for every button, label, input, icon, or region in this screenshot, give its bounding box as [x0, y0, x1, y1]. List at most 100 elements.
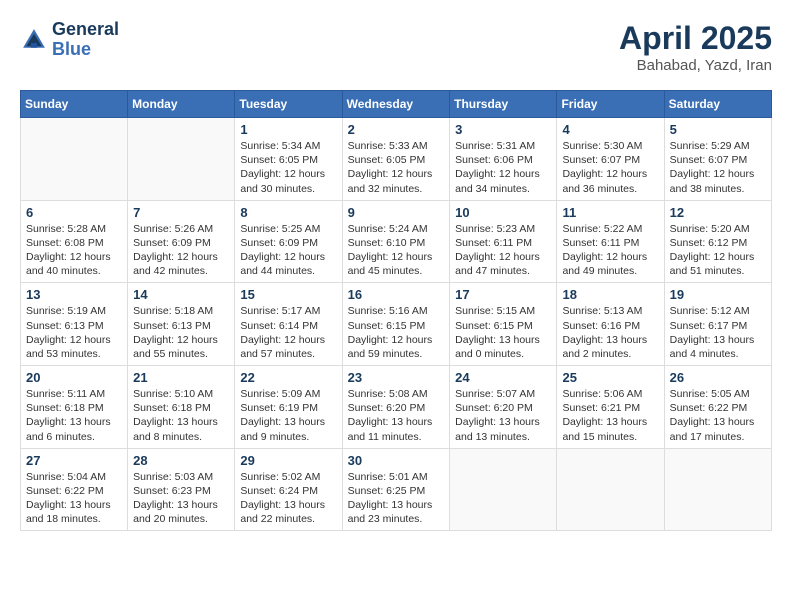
month-title: April 2025	[619, 20, 772, 57]
day-number: 25	[562, 370, 658, 385]
calendar-cell: 9 Sunrise: 5:24 AMSunset: 6:10 PMDaylight…	[342, 200, 450, 283]
day-info: Sunrise: 5:10 AMSunset: 6:18 PMDaylight:…	[133, 387, 229, 444]
day-number: 19	[670, 287, 766, 302]
calendar-cell: 4 Sunrise: 5:30 AMSunset: 6:07 PMDaylight…	[557, 118, 664, 201]
day-info: Sunrise: 5:30 AMSunset: 6:07 PMDaylight:…	[562, 139, 658, 196]
day-number: 6	[26, 205, 122, 220]
day-number: 15	[240, 287, 336, 302]
location-subtitle: Bahabad, Yazd, Iran	[619, 57, 772, 74]
day-number: 14	[133, 287, 229, 302]
day-number: 2	[348, 122, 445, 137]
day-number: 26	[670, 370, 766, 385]
calendar-week-row: 27Sunrise: 5:04 AMSunset: 6:22 PMDayligh…	[21, 448, 772, 531]
day-info: Sunrise: 5:31 AMSunset: 6:06 PMDaylight:…	[455, 139, 551, 196]
day-info: Sunrise: 5:04 AMSunset: 6:22 PMDaylight:…	[26, 470, 122, 527]
calendar-cell: 16 Sunrise: 5:16 AMSunset: 6:15 PMDayligh…	[342, 283, 450, 366]
day-info: Sunrise: 5:06 AMSunset: 6:21 PMDaylight:…	[562, 387, 658, 444]
calendar-cell: 20 Sunrise: 5:11 AMSunset: 6:18 PMDayligh…	[21, 366, 128, 449]
calendar-cell	[128, 118, 235, 201]
calendar-cell: 5Sunrise: 5:29 AMSunset: 6:07 PMDaylight…	[664, 118, 771, 201]
logo: General Blue	[20, 20, 119, 60]
calendar-cell: 12 Sunrise: 5:20 AMSunset: 6:12 PMDayligh…	[664, 200, 771, 283]
day-info: Sunrise: 5:34 AMSunset: 6:05 PMDaylight:…	[240, 139, 336, 196]
weekday-header: Saturday	[664, 91, 771, 118]
day-info: Sunrise: 5:26 AMSunset: 6:09 PMDaylight:…	[133, 222, 229, 279]
calendar-cell: 6Sunrise: 5:28 AMSunset: 6:08 PMDaylight…	[21, 200, 128, 283]
day-info: Sunrise: 5:13 AMSunset: 6:16 PMDaylight:…	[562, 304, 658, 361]
day-number: 29	[240, 453, 336, 468]
day-info: Sunrise: 5:23 AMSunset: 6:11 PMDaylight:…	[455, 222, 551, 279]
calendar-table: SundayMondayTuesdayWednesdayThursdayFrid…	[20, 90, 772, 531]
day-number: 9	[348, 205, 445, 220]
page-header: General Blue April 2025 Bahabad, Yazd, I…	[20, 20, 772, 74]
day-info: Sunrise: 5:24 AMSunset: 6:10 PMDaylight:…	[348, 222, 445, 279]
calendar-cell: 23 Sunrise: 5:08 AMSunset: 6:20 PMDayligh…	[342, 366, 450, 449]
day-number: 16	[348, 287, 445, 302]
calendar-cell	[450, 448, 557, 531]
day-info: Sunrise: 5:09 AMSunset: 6:19 PMDaylight:…	[240, 387, 336, 444]
calendar-cell: 14 Sunrise: 5:18 AMSunset: 6:13 PMDayligh…	[128, 283, 235, 366]
weekday-header: Tuesday	[235, 91, 342, 118]
day-number: 20	[26, 370, 122, 385]
calendar-cell: 7 Sunrise: 5:26 AMSunset: 6:09 PMDaylight…	[128, 200, 235, 283]
day-number: 28	[133, 453, 229, 468]
day-number: 11	[562, 205, 658, 220]
weekday-header: Monday	[128, 91, 235, 118]
day-info: Sunrise: 5:29 AMSunset: 6:07 PMDaylight:…	[670, 139, 766, 196]
day-info: Sunrise: 5:07 AMSunset: 6:20 PMDaylight:…	[455, 387, 551, 444]
calendar-cell: 15Sunrise: 5:17 AMSunset: 6:14 PMDayligh…	[235, 283, 342, 366]
day-number: 13	[26, 287, 122, 302]
day-number: 4	[562, 122, 658, 137]
day-info: Sunrise: 5:08 AMSunset: 6:20 PMDaylight:…	[348, 387, 445, 444]
day-info: Sunrise: 5:25 AMSunset: 6:09 PMDaylight:…	[240, 222, 336, 279]
weekday-header-row: SundayMondayTuesdayWednesdayThursdayFrid…	[21, 91, 772, 118]
calendar-cell: 30Sunrise: 5:01 AMSunset: 6:25 PMDayligh…	[342, 448, 450, 531]
calendar-cell: 17Sunrise: 5:15 AMSunset: 6:15 PMDayligh…	[450, 283, 557, 366]
day-info: Sunrise: 5:12 AMSunset: 6:17 PMDaylight:…	[670, 304, 766, 361]
day-number: 24	[455, 370, 551, 385]
calendar-cell: 1Sunrise: 5:34 AMSunset: 6:05 PMDaylight…	[235, 118, 342, 201]
calendar-cell: 13Sunrise: 5:19 AMSunset: 6:13 PMDayligh…	[21, 283, 128, 366]
calendar-cell: 2 Sunrise: 5:33 AMSunset: 6:05 PMDaylight…	[342, 118, 450, 201]
day-info: Sunrise: 5:33 AMSunset: 6:05 PMDaylight:…	[348, 139, 445, 196]
weekday-header: Wednesday	[342, 91, 450, 118]
day-number: 8	[240, 205, 336, 220]
day-number: 7	[133, 205, 229, 220]
day-number: 23	[348, 370, 445, 385]
day-info: Sunrise: 5:02 AMSunset: 6:24 PMDaylight:…	[240, 470, 336, 527]
calendar-cell: 25 Sunrise: 5:06 AMSunset: 6:21 PMDayligh…	[557, 366, 664, 449]
day-number: 3	[455, 122, 551, 137]
calendar-cell: 18 Sunrise: 5:13 AMSunset: 6:16 PMDayligh…	[557, 283, 664, 366]
day-info: Sunrise: 5:18 AMSunset: 6:13 PMDaylight:…	[133, 304, 229, 361]
calendar-cell	[664, 448, 771, 531]
calendar-cell: 29 Sunrise: 5:02 AMSunset: 6:24 PMDayligh…	[235, 448, 342, 531]
calendar-cell: 21 Sunrise: 5:10 AMSunset: 6:18 PMDayligh…	[128, 366, 235, 449]
day-info: Sunrise: 5:22 AMSunset: 6:11 PMDaylight:…	[562, 222, 658, 279]
calendar-cell: 24 Sunrise: 5:07 AMSunset: 6:20 PMDayligh…	[450, 366, 557, 449]
calendar-cell: 26 Sunrise: 5:05 AMSunset: 6:22 PMDayligh…	[664, 366, 771, 449]
calendar-cell: 3 Sunrise: 5:31 AMSunset: 6:06 PMDaylight…	[450, 118, 557, 201]
title-block: April 2025 Bahabad, Yazd, Iran	[619, 20, 772, 74]
calendar-week-row: 6Sunrise: 5:28 AMSunset: 6:08 PMDaylight…	[21, 200, 772, 283]
calendar-cell: 27Sunrise: 5:04 AMSunset: 6:22 PMDayligh…	[21, 448, 128, 531]
calendar-cell	[557, 448, 664, 531]
calendar-week-row: 13Sunrise: 5:19 AMSunset: 6:13 PMDayligh…	[21, 283, 772, 366]
logo-icon	[20, 26, 48, 54]
calendar-week-row: 1Sunrise: 5:34 AMSunset: 6:05 PMDaylight…	[21, 118, 772, 201]
day-info: Sunrise: 5:20 AMSunset: 6:12 PMDaylight:…	[670, 222, 766, 279]
day-number: 12	[670, 205, 766, 220]
day-info: Sunrise: 5:16 AMSunset: 6:15 PMDaylight:…	[348, 304, 445, 361]
day-info: Sunrise: 5:01 AMSunset: 6:25 PMDaylight:…	[348, 470, 445, 527]
day-number: 18	[562, 287, 658, 302]
calendar-cell: 8 Sunrise: 5:25 AMSunset: 6:09 PMDaylight…	[235, 200, 342, 283]
calendar-cell: 10Sunrise: 5:23 AMSunset: 6:11 PMDayligh…	[450, 200, 557, 283]
day-info: Sunrise: 5:11 AMSunset: 6:18 PMDaylight:…	[26, 387, 122, 444]
day-number: 17	[455, 287, 551, 302]
calendar-cell	[21, 118, 128, 201]
day-number: 22	[240, 370, 336, 385]
calendar-cell: 22 Sunrise: 5:09 AMSunset: 6:19 PMDayligh…	[235, 366, 342, 449]
day-info: Sunrise: 5:05 AMSunset: 6:22 PMDaylight:…	[670, 387, 766, 444]
day-number: 21	[133, 370, 229, 385]
weekday-header: Thursday	[450, 91, 557, 118]
calendar-cell: 11 Sunrise: 5:22 AMSunset: 6:11 PMDayligh…	[557, 200, 664, 283]
